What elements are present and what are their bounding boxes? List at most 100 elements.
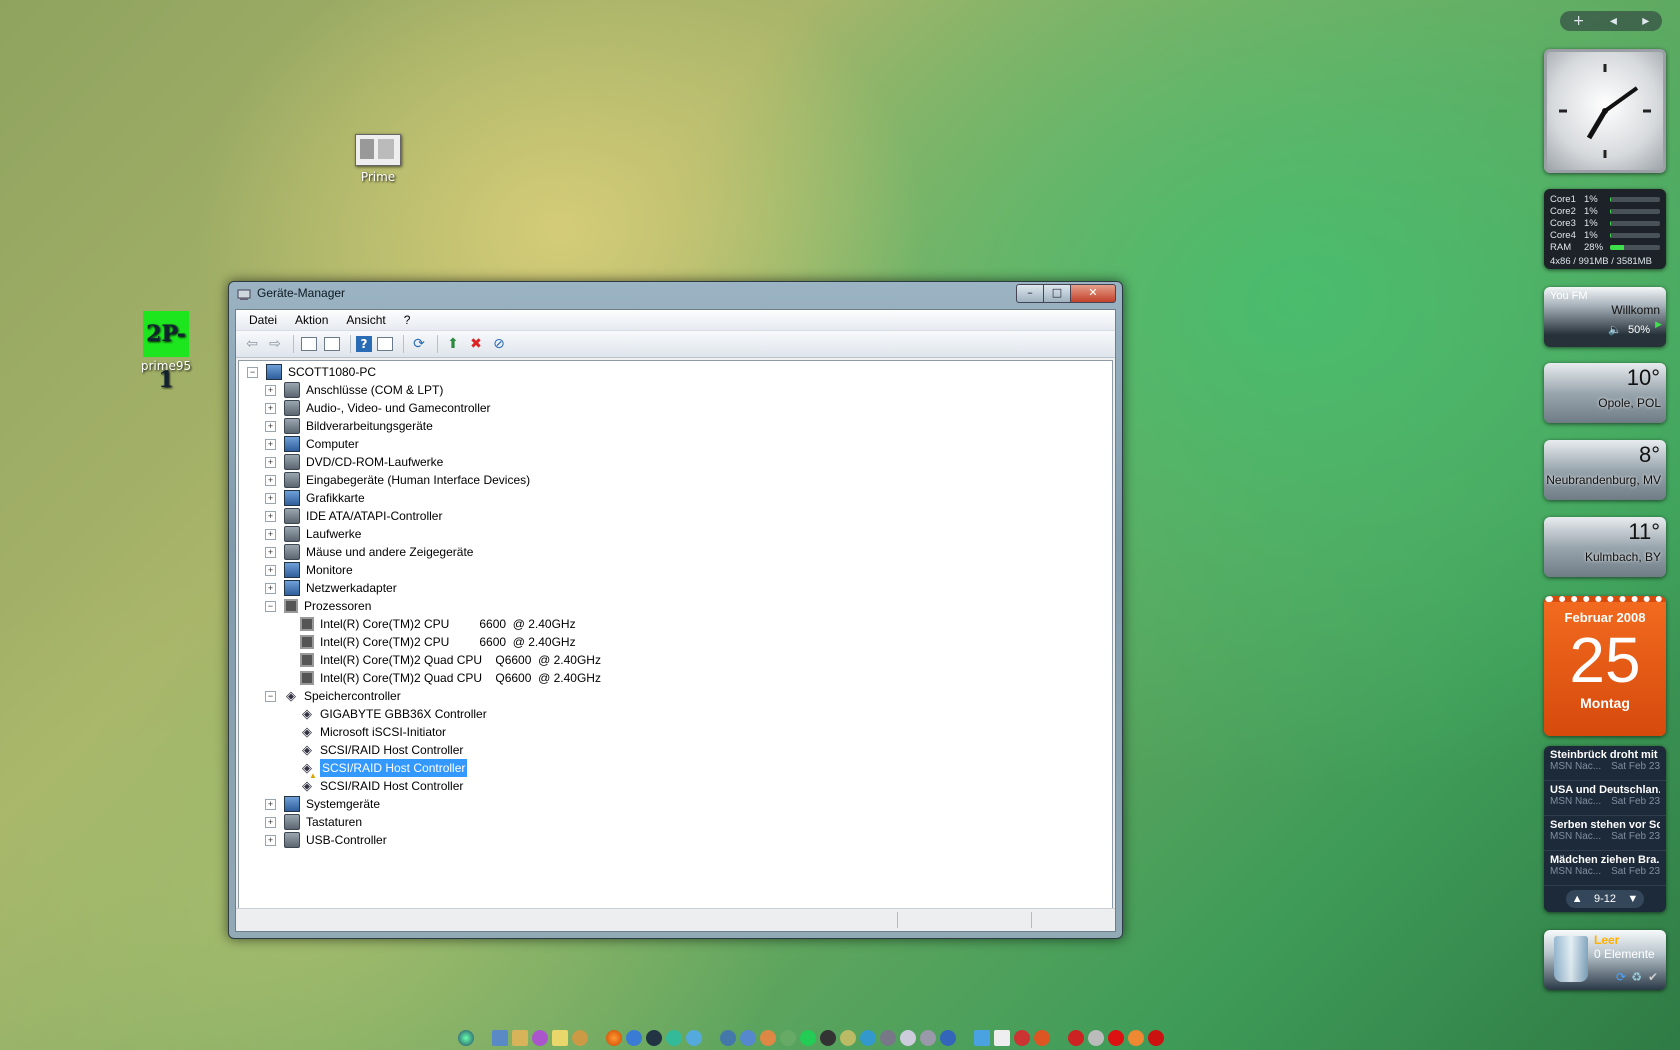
tree-node[interactable]: + Tastaturen: [265, 813, 362, 831]
properties-icon[interactable]: [322, 334, 342, 354]
menu-help[interactable]: ?: [395, 313, 420, 327]
minimize-button[interactable]: –: [1016, 284, 1044, 303]
collapse-toggle[interactable]: −: [247, 366, 258, 378]
news-item[interactable]: Mädchen ziehen Bra... MSN Nac... Sat Feb …: [1544, 851, 1666, 886]
update-driver-icon[interactable]: ⬆: [443, 334, 463, 354]
news-prev-button[interactable]: ▲: [1572, 893, 1583, 905]
printer-icon[interactable]: [920, 1030, 936, 1046]
tree-leaf[interactable]: ◈ Microsoft iSCSI-Initiator: [300, 723, 446, 741]
firefox-icon[interactable]: [606, 1030, 622, 1046]
tree-leaf[interactable]: ◈ SCSI/RAID Host Controller: [300, 777, 463, 795]
update-icon[interactable]: [740, 1030, 756, 1046]
file-icon[interactable]: [900, 1030, 916, 1046]
refresh-icon[interactable]: ⟳: [1616, 970, 1626, 984]
desktop-icon-prime[interactable]: Prime: [338, 134, 418, 184]
speaker-icon[interactable]: 🔈: [1608, 323, 1622, 336]
expand-toggle[interactable]: +: [265, 456, 276, 468]
tree-node[interactable]: + Monitore: [265, 561, 353, 579]
photo-icon[interactable]: [572, 1030, 588, 1046]
media-icon[interactable]: [532, 1030, 548, 1046]
tree-node[interactable]: + IDE ATA/ATAPI-Controller: [265, 507, 442, 525]
tree-node[interactable]: + Bildverarbeitungsgeräte: [265, 417, 433, 435]
earth-icon[interactable]: [940, 1030, 956, 1046]
news-next-button[interactable]: ▼: [1627, 893, 1638, 905]
tree-leaf[interactable]: ◈ SCSI/RAID Host Controller: [300, 741, 463, 759]
expand-toggle[interactable]: +: [265, 510, 276, 522]
fox-icon[interactable]: [1034, 1030, 1050, 1046]
news-item[interactable]: Steinbrück droht mit ... MSN Nac... Sat F…: [1544, 746, 1666, 781]
tools-icon[interactable]: [840, 1030, 856, 1046]
messenger-icon[interactable]: [666, 1030, 682, 1046]
play-icon[interactable]: ▶: [1655, 319, 1662, 330]
tree-node[interactable]: + Eingabegeräte (Human Interface Devices): [265, 471, 530, 489]
globe-icon[interactable]: [686, 1030, 702, 1046]
chrome-icon[interactable]: [1128, 1030, 1144, 1046]
tree-node[interactable]: + Netzwerkadapter: [265, 579, 397, 597]
recycle-icon[interactable]: ♻: [1631, 970, 1642, 984]
clock-gadget[interactable]: [1544, 49, 1666, 173]
expand-toggle[interactable]: +: [265, 798, 276, 810]
help-icon[interactable]: ?: [356, 336, 372, 352]
tree-node[interactable]: + Mäuse und andere Zeigegeräte: [265, 543, 473, 561]
radio-gadget[interactable]: You FM Willkomn 🔈 50% ▶: [1544, 287, 1666, 347]
ie-icon[interactable]: [626, 1030, 642, 1046]
tree-leaf[interactable]: ◈ GIGABYTE GBB36X Controller: [300, 705, 487, 723]
disable-icon[interactable]: ⊘: [489, 334, 509, 354]
collapse-toggle[interactable]: −: [265, 690, 276, 702]
tree-node[interactable]: + Anschlüsse (COM & LPT): [265, 381, 443, 399]
gpu-icon[interactable]: [820, 1030, 836, 1046]
tree-root[interactable]: − SCOTT1080-PC: [247, 363, 376, 381]
scan-hardware-icon[interactable]: ⟳: [409, 334, 429, 354]
browser-icon[interactable]: [860, 1030, 876, 1046]
tree-leaf[interactable]: Intel(R) Core(TM)2 CPU 6600 @ 2.40GHz: [300, 633, 576, 651]
tree-node[interactable]: + Grafikkarte: [265, 489, 365, 507]
prev-gadgets-button[interactable]: ◂: [1610, 13, 1617, 29]
next-gadgets-button[interactable]: ▸: [1642, 13, 1649, 29]
uninstall-icon[interactable]: ✖: [466, 334, 486, 354]
tree-node[interactable]: − ◈ Speichercontroller: [265, 687, 401, 705]
mail-icon[interactable]: [994, 1030, 1010, 1046]
menu-aktion[interactable]: Aktion: [286, 313, 337, 327]
start-orb-icon[interactable]: [458, 1030, 474, 1046]
expand-toggle[interactable]: +: [265, 564, 276, 576]
tree-node[interactable]: + USB-Controller: [265, 831, 387, 849]
tree-node[interactable]: + Computer: [265, 435, 359, 453]
close-button[interactable]: ✕: [1070, 284, 1116, 303]
tree-node[interactable]: + Systemgeräte: [265, 795, 380, 813]
antivirus-icon[interactable]: [1014, 1030, 1030, 1046]
tree-node[interactable]: + Audio-, Video- und Gamecontroller: [265, 399, 491, 417]
expand-toggle[interactable]: +: [265, 420, 276, 432]
tree-leaf[interactable]: Intel(R) Core(TM)2 CPU 6600 @ 2.40GHz: [300, 615, 576, 633]
add-gadget-button[interactable]: +: [1573, 13, 1585, 29]
tool-icon[interactable]: [1088, 1030, 1104, 1046]
green-app-icon[interactable]: [800, 1030, 816, 1046]
media-player-icon[interactable]: [646, 1030, 662, 1046]
show-hide-tree-icon[interactable]: [299, 334, 319, 354]
weather-gadget[interactable]: 11° Kulmbach, BY: [1544, 517, 1666, 577]
device-tree[interactable]: − SCOTT1080-PC + Anschlüsse (COM & LPT) +…: [238, 360, 1113, 909]
title-bar[interactable]: Geräte-Manager – □ ✕: [229, 282, 1122, 306]
news-item[interactable]: Serben stehen vor Sc... MSN Nac... Sat Fe…: [1544, 816, 1666, 851]
forward-icon[interactable]: ⇨: [265, 334, 285, 354]
news-item[interactable]: USA und Deutschlan... MSN Nac... Sat Feb …: [1544, 781, 1666, 816]
empty-bin-icon[interactable]: ✔: [1648, 970, 1658, 984]
view-icon[interactable]: [375, 334, 395, 354]
expand-toggle[interactable]: +: [265, 582, 276, 594]
network-icon[interactable]: [720, 1030, 736, 1046]
menu-datei[interactable]: Datei: [240, 313, 286, 327]
cpu-meter-gadget[interactable]: Core1 1% Core2 1% Core3 1% Core4 1% RAM 28% 4…: [1544, 189, 1666, 269]
red-app-icon[interactable]: [1068, 1030, 1084, 1046]
folder-icon[interactable]: [512, 1030, 528, 1046]
weather-gadget[interactable]: 10° Opole, POL: [1544, 363, 1666, 423]
expand-toggle[interactable]: +: [265, 528, 276, 540]
collapse-toggle[interactable]: −: [265, 600, 276, 612]
expand-toggle[interactable]: +: [265, 402, 276, 414]
tree-node[interactable]: + DVD/CD-ROM-Laufwerke: [265, 453, 443, 471]
calendar-gadget[interactable]: Februar 2008 25 Montag: [1544, 596, 1666, 736]
tree-leaf[interactable]: Intel(R) Core(TM)2 Quad CPU Q6600 @ 2.40…: [300, 651, 601, 669]
check-icon[interactable]: [760, 1030, 776, 1046]
monitor-icon[interactable]: [974, 1030, 990, 1046]
tree-node[interactable]: − Prozessoren: [265, 597, 371, 615]
notes-icon[interactable]: [552, 1030, 568, 1046]
desktop-icon-prime95[interactable]: 2P-1 prime95: [126, 311, 206, 393]
